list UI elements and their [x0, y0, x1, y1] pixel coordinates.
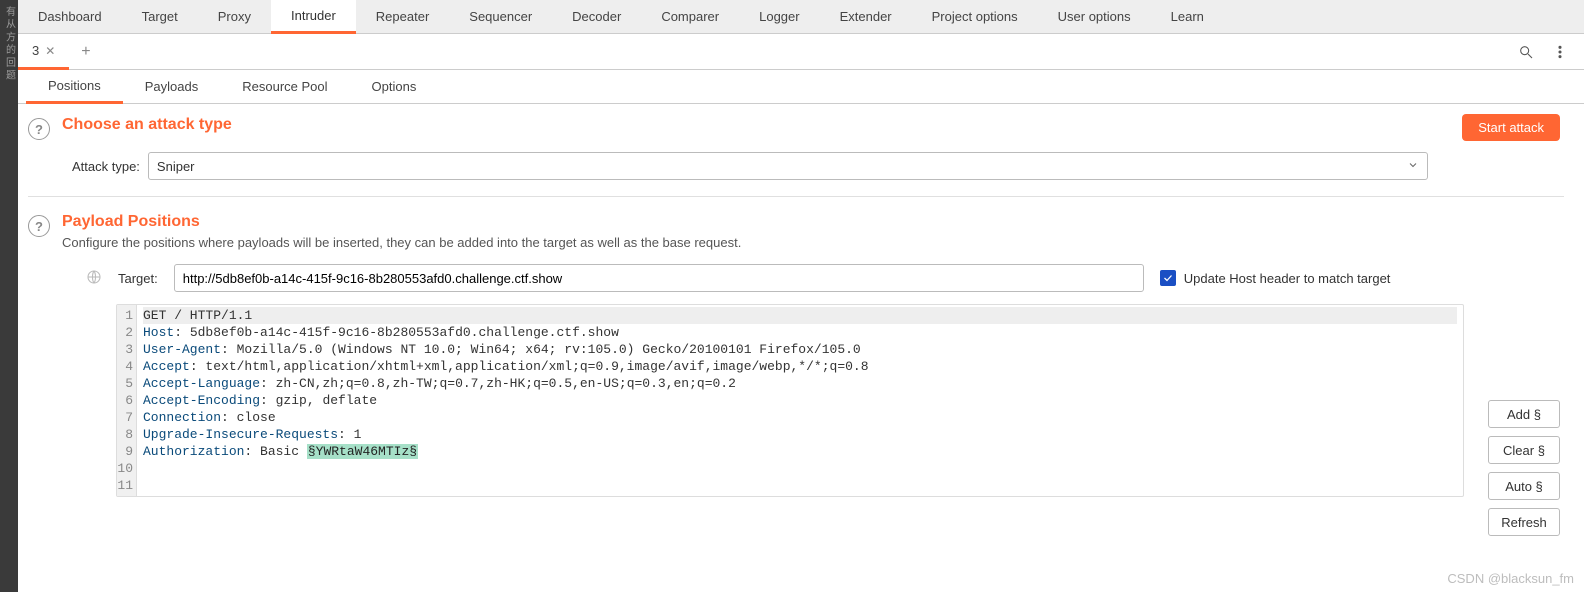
- intruder-tab-3[interactable]: 3 ✕: [18, 34, 69, 70]
- request-body[interactable]: GET / HTTP/1.1Host: 5db8ef0b-a14c-415f-9…: [137, 305, 1463, 496]
- request-editor[interactable]: 1234567891011 GET / HTTP/1.1Host: 5db8ef…: [116, 304, 1464, 497]
- main-tab-target[interactable]: Target: [122, 0, 198, 33]
- main-tab-sequencer[interactable]: Sequencer: [449, 0, 552, 33]
- main-tab-logger[interactable]: Logger: [739, 0, 819, 33]
- attack-type-select[interactable]: Sniper: [148, 152, 1428, 180]
- main-tab-user-options[interactable]: User options: [1038, 0, 1151, 33]
- line-gutter: 1234567891011: [117, 305, 137, 496]
- main-tab-proxy[interactable]: Proxy: [198, 0, 271, 33]
- add-tab-button[interactable]: +: [69, 34, 102, 69]
- help-icon[interactable]: ?: [28, 215, 50, 237]
- intruder-tabstrip: 3 ✕ +: [18, 34, 1584, 70]
- main-tab-learn[interactable]: Learn: [1151, 0, 1224, 33]
- attack-type-value: Sniper: [157, 159, 195, 174]
- main-tab-decoder[interactable]: Decoder: [552, 0, 641, 33]
- main-tab-intruder[interactable]: Intruder: [271, 0, 356, 34]
- intruder-inner-tabbar: PositionsPayloadsResource PoolOptions: [18, 70, 1584, 104]
- position-buttons: Add § Clear § Auto § Refresh: [1488, 400, 1560, 536]
- inner-tab-payloads[interactable]: Payloads: [123, 70, 220, 103]
- target-globe-icon: [86, 269, 102, 288]
- plus-icon: +: [81, 43, 90, 61]
- attack-type-label: Attack type:: [72, 159, 140, 174]
- close-icon[interactable]: ✕: [45, 44, 55, 58]
- attack-type-heading: Choose an attack type: [62, 116, 1564, 134]
- main-tab-project-options[interactable]: Project options: [912, 0, 1038, 33]
- main-tab-comparer[interactable]: Comparer: [641, 0, 739, 33]
- kebab-menu-icon[interactable]: [1552, 44, 1568, 60]
- search-icon[interactable]: [1518, 44, 1534, 60]
- update-host-label: Update Host header to match target: [1184, 271, 1391, 286]
- refreshbutton[interactable]: Refresh: [1488, 508, 1560, 536]
- auto-button[interactable]: Auto §: [1488, 472, 1560, 500]
- add-button[interactable]: Add §: [1488, 400, 1560, 428]
- watermark: CSDN @blacksun_fm: [1447, 571, 1574, 586]
- main-tabbar: DashboardTargetProxyIntruderRepeaterSequ…: [18, 0, 1584, 34]
- app-window: DashboardTargetProxyIntruderRepeaterSequ…: [18, 0, 1584, 592]
- target-input[interactable]: [174, 264, 1144, 292]
- update-host-checkbox[interactable]: [1160, 270, 1176, 286]
- start-attack-button[interactable]: Start attack: [1462, 114, 1560, 141]
- payload-positions-desc: Configure the positions where payloads w…: [62, 235, 1564, 250]
- divider: [28, 196, 1564, 197]
- main-tab-extender[interactable]: Extender: [820, 0, 912, 33]
- left-edge-strip: 有 从 方 的 回 题: [0, 0, 18, 592]
- inner-tab-positions[interactable]: Positions: [26, 70, 123, 104]
- clear-button[interactable]: Clear §: [1488, 436, 1560, 464]
- payload-positions-heading: Payload Positions: [62, 213, 1564, 231]
- main-tab-dashboard[interactable]: Dashboard: [18, 0, 122, 33]
- target-label: Target:: [118, 271, 158, 286]
- main-tab-repeater[interactable]: Repeater: [356, 0, 449, 33]
- chevron-down-icon: [1407, 159, 1419, 174]
- intruder-tab-label: 3: [32, 43, 39, 58]
- inner-tab-options[interactable]: Options: [350, 70, 439, 103]
- inner-tab-resource-pool[interactable]: Resource Pool: [220, 70, 349, 103]
- help-icon[interactable]: ?: [28, 118, 50, 140]
